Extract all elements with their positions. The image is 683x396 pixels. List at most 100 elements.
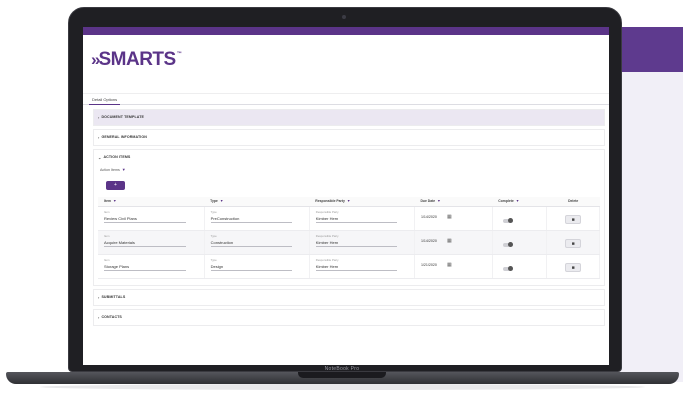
table-row: Item Acquire Materials Type Construction… — [98, 230, 600, 255]
column-header-responsible-party[interactable]: Responsible Party ▼ — [309, 197, 415, 207]
column-header-item[interactable]: Item ▼ — [98, 197, 205, 207]
chevron-right-icon: › — [98, 135, 100, 140]
section-title: CONTACTS — [101, 314, 122, 319]
responsible-select[interactable]: Kimber Hern — [315, 239, 397, 247]
type-select[interactable]: PreConstruction — [210, 215, 292, 223]
type-select[interactable]: Construction — [210, 239, 292, 247]
section-header-document-template[interactable]: › DOCUMENT TEMPLATE — [94, 110, 604, 125]
responsible-select[interactable]: Kimber Hern — [315, 215, 397, 223]
background-panel — [612, 27, 683, 382]
item-input[interactable]: Review Civil Plans — [104, 215, 187, 223]
item-cell: Item Storage Plans — [98, 254, 205, 279]
section-document-template: › DOCUMENT TEMPLATE — [93, 109, 605, 126]
chevron-down-icon: ⌄ — [98, 155, 102, 160]
calendar-icon[interactable]: ▦ — [447, 238, 452, 244]
complete-toggle[interactable] — [502, 241, 513, 247]
laptop-shadow — [40, 384, 645, 390]
column-label: Item — [104, 199, 111, 204]
action-items-body: Action Items ▼ + Item▼ Type▼ Responsib — [94, 165, 604, 285]
due-date-cell: 1/21/2020 ▦ — [414, 254, 493, 279]
filter-icon[interactable]: ▼ — [516, 199, 520, 203]
header: » SMARTS ™ — [83, 35, 609, 93]
due-date-cell: 1/14/2020 ▦ — [414, 230, 493, 255]
complete-toggle[interactable] — [502, 265, 513, 271]
complete-toggle[interactable] — [502, 217, 513, 223]
trash-icon[interactable]: ■ — [565, 214, 582, 224]
section-header-submittals[interactable]: › SUBMITTALS — [94, 290, 604, 305]
column-header-complete[interactable]: Complete ▼ — [492, 197, 547, 207]
filter-icon[interactable]: ▼ — [347, 199, 351, 203]
type-cell: Type Design — [204, 254, 310, 279]
column-header-due-date[interactable]: Due Date ▼ — [414, 197, 493, 207]
section-title: DOCUMENT TEMPLATE — [101, 115, 144, 119]
tab-bar: Detail Options — [83, 93, 609, 105]
type-cell: Type PreConstruction — [204, 206, 310, 231]
column-label: Due Date — [420, 199, 436, 204]
section-header-general-information[interactable]: › GENERAL INFORMATION — [94, 130, 604, 145]
complete-cell — [492, 206, 548, 231]
column-label: Responsible Party — [315, 199, 345, 204]
table-row: Item Review Civil Plans Type PreConstruc… — [98, 206, 600, 231]
background-purple-band — [612, 27, 683, 72]
due-date-input[interactable]: 1/14/2020 — [421, 239, 437, 243]
item-input[interactable]: Storage Plans — [104, 263, 187, 271]
calendar-icon[interactable]: ▦ — [447, 262, 452, 268]
filter-label: Action Items — [100, 168, 120, 172]
column-label: Complete — [498, 199, 514, 204]
due-date-input[interactable]: 1/21/2020 — [421, 263, 437, 267]
logo-text: SMARTS — [98, 49, 176, 70]
item-cell: Item Review Civil Plans — [98, 206, 205, 231]
delete-cell: ■ — [546, 254, 600, 279]
laptop-screen: » SMARTS ™ Detail Options › DOCUMENT TEM… — [83, 27, 609, 365]
section-title: ACTION ITEMS — [103, 155, 131, 159]
tab-detail-options[interactable]: Detail Options — [89, 94, 121, 105]
chevron-right-icon: › — [98, 294, 100, 300]
column-header-delete: Delete — [546, 197, 600, 207]
section-header-action-items[interactable]: ⌄ ACTION ITEMS — [94, 150, 604, 165]
chevron-right-icon: › — [98, 115, 100, 120]
logo-trademark: ™ — [176, 51, 182, 57]
calendar-icon[interactable]: ▦ — [447, 214, 452, 220]
section-header-contacts[interactable]: › CONTACTS — [94, 310, 604, 325]
delete-cell: ■ — [546, 230, 600, 255]
column-header-type[interactable]: Type ▼ — [204, 197, 310, 207]
section-action-items: ⌄ ACTION ITEMS Action Items ▼ + Item ▼ T… — [93, 149, 605, 286]
add-action-item-button[interactable]: + — [106, 181, 125, 190]
filter-icon[interactable]: ▼ — [220, 199, 224, 203]
table-header-row: Item ▼ Type ▼ Responsible Party ▼ Due Date ▼… — [98, 197, 600, 207]
complete-cell — [492, 230, 548, 255]
section-submittals: › SUBMITTALS — [93, 288, 605, 306]
smarts-logo[interactable]: » SMARTS ™ — [91, 49, 182, 71]
type-cell: Type Construction — [204, 230, 310, 255]
due-date-input[interactable]: 1/14/2020 — [421, 215, 437, 219]
action-items-table: Item ▼ Type ▼ Responsible Party ▼ Due Date ▼… — [98, 197, 600, 279]
responsible-cell: Responsible Party Kimber Hern — [309, 206, 415, 231]
due-date-cell: 1/14/2020 ▦ — [414, 206, 493, 231]
filter-icon[interactable]: ▼ — [437, 199, 441, 203]
chevron-right-icon: › — [98, 314, 100, 320]
type-select[interactable]: Design — [210, 263, 292, 271]
section-contacts: › CONTACTS — [93, 308, 605, 326]
item-input[interactable]: Acquire Materials — [104, 239, 187, 247]
app-top-bar — [83, 27, 609, 35]
responsible-select[interactable]: Kimber Hern — [315, 263, 397, 271]
filter-icon[interactable]: ▼ — [122, 165, 126, 175]
delete-cell: ■ — [546, 206, 600, 231]
responsible-cell: Responsible Party Kimber Hern — [309, 230, 415, 255]
action-items-filter: Action Items ▼ — [98, 165, 600, 175]
section-title: GENERAL INFORMATION — [101, 135, 147, 139]
trash-icon[interactable]: ■ — [565, 238, 582, 248]
main-content: › DOCUMENT TEMPLATE › GENERAL INFORMATIO… — [83, 105, 609, 326]
filter-icon[interactable]: ▼ — [113, 199, 117, 203]
complete-cell — [492, 254, 548, 279]
trash-icon[interactable]: ■ — [565, 262, 582, 272]
item-cell: Item Acquire Materials — [98, 230, 205, 255]
responsible-cell: Responsible Party Kimber Hern — [309, 254, 415, 279]
table-row: Item Storage Plans Type Design Responsib… — [98, 254, 600, 279]
section-title: SUBMITTALS — [101, 294, 126, 299]
laptop-base-notch — [298, 372, 386, 378]
column-label: Type — [210, 199, 218, 204]
section-general-information: › GENERAL INFORMATION — [93, 129, 605, 146]
logo-chevrons: » — [91, 50, 101, 69]
camera-icon — [342, 15, 346, 19]
